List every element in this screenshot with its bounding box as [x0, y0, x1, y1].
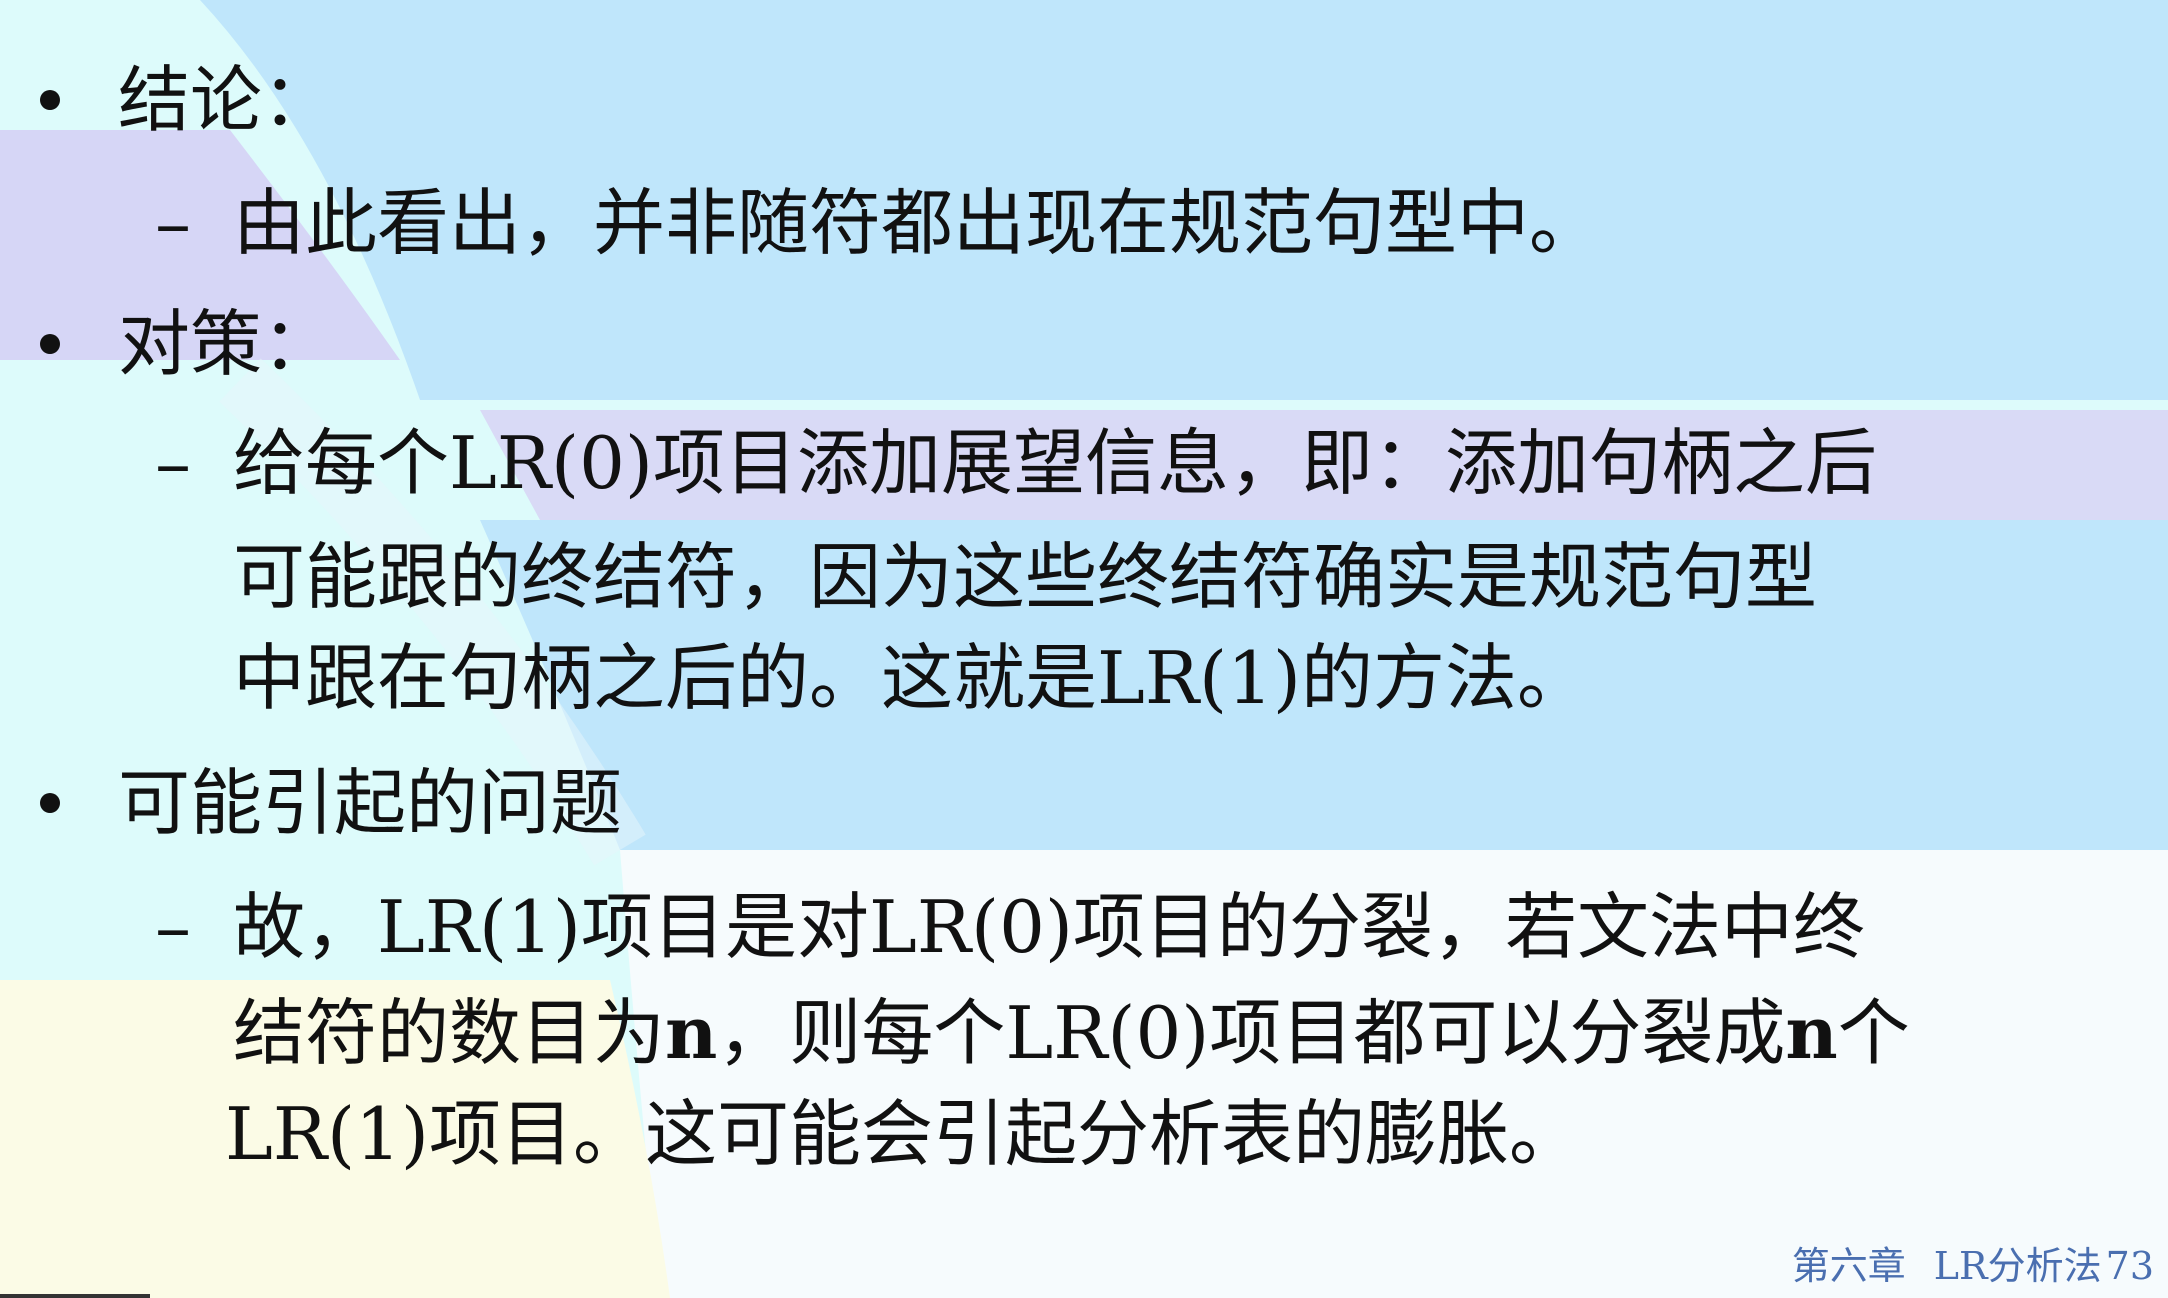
problem-n: n [665, 990, 718, 1075]
footer-chapter: 第六章 [1791, 1244, 1906, 1288]
bullet-label: 可能引起的问题 [118, 761, 623, 845]
bullet-dot-icon [40, 90, 60, 110]
strategy-line: 中跟在句柄之后的。这就是LR(1)的方法。 [233, 636, 1590, 720]
bullet-strategy: 对策： [40, 294, 334, 394]
problem-item: – 故，LR(1)项目是对LR(0)项目的分裂，若文法中终 [155, 875, 1865, 979]
slide-content: 结论： – 由此看出，并非随符都出现在规范句型中。 对策： – 给每个LR(0)项目… [0, 0, 2168, 1298]
strategy-line: 给每个LR(0)项目添加展望信息，即：添加句柄之后 [233, 421, 1878, 505]
slide-footer: 第六章 LR分析法 73 [1764, 1235, 2154, 1290]
dash-marker: – [155, 885, 191, 969]
bullet-label: 结论： [118, 58, 335, 142]
bullet-dot-icon [40, 793, 60, 813]
problem-n: n [1785, 990, 1838, 1075]
bullet-dot-icon [40, 334, 60, 354]
problem-text: 结符的数目为 [233, 991, 666, 1075]
bullet-label: 对策： [118, 302, 335, 386]
conclusion-text: 由此看出，并非随符都出现在规范句型中。 [233, 181, 1602, 265]
problem-text: ，则每个LR(0)项目都可以分裂成 [717, 991, 1786, 1075]
dash-marker: – [155, 181, 191, 265]
footer-page-number: 73 [2105, 1244, 2154, 1288]
strategy-item: – 给每个LR(0)项目添加展望信息，即：添加句柄之后 [155, 411, 1877, 515]
bullet-problem: 可能引起的问题 [40, 753, 622, 853]
conclusion-item: – 由此看出，并非随符都出现在规范句型中。 [155, 171, 1601, 275]
footer-title: LR分析法 [1933, 1244, 2102, 1288]
problem-line: 故，LR(1)项目是对LR(0)项目的分裂，若文法中终 [233, 885, 1866, 969]
bullet-conclusion: 结论： [40, 50, 334, 150]
corner-divider [0, 1294, 150, 1298]
strategy-line: 可能跟的终结符，因为这些终结符确实是规范句型 [233, 535, 1818, 619]
problem-line: 结符的数目为n，则每个LR(0)项目都可以分裂成n个 [233, 981, 1910, 1085]
problem-text: 个 [1837, 991, 1910, 1075]
dash-marker: – [155, 421, 191, 505]
problem-line: LR(1)项目。这可能会引起分析表的膨胀。 [225, 1092, 1582, 1176]
